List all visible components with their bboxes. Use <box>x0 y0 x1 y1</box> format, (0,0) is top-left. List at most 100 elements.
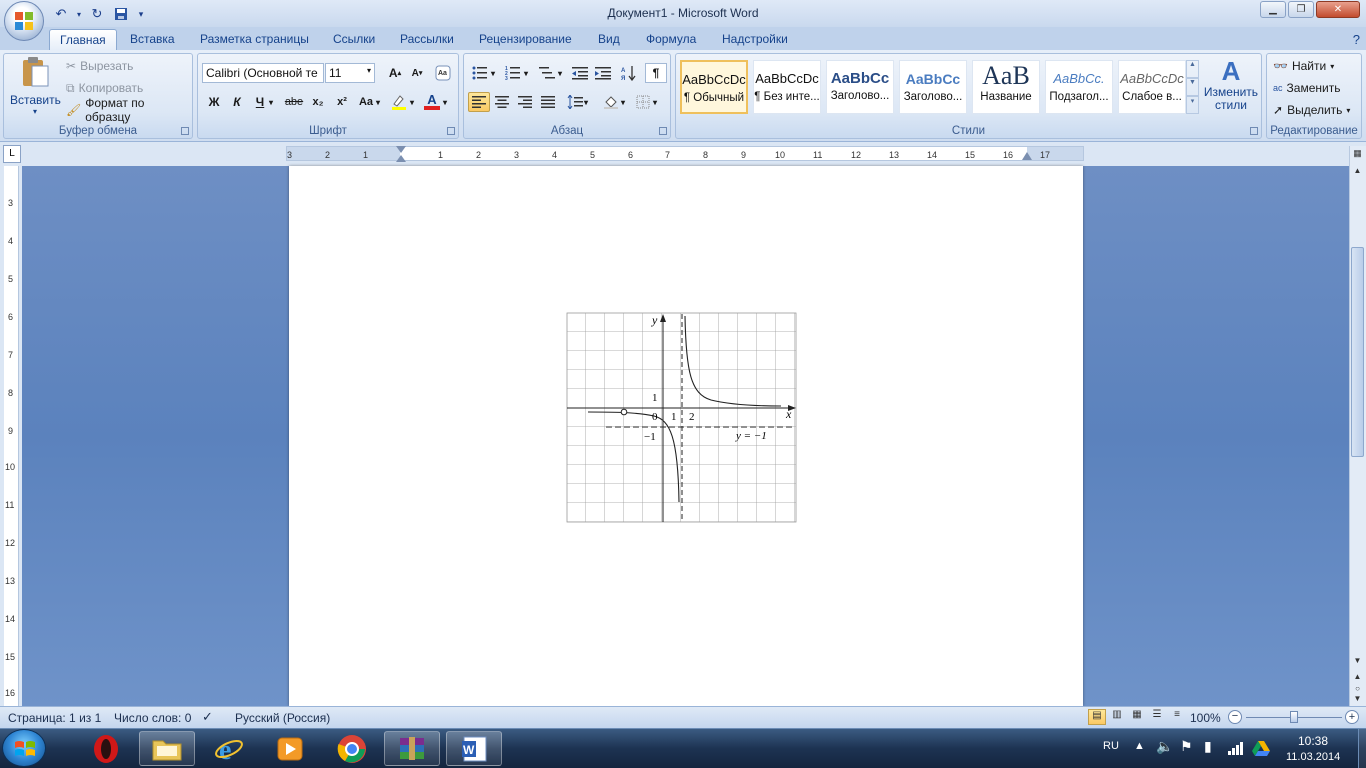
style-normal[interactable]: AaBbCcDc ¶ Обычный <box>680 60 748 114</box>
shading-dropdown-icon[interactable]: ▾ <box>619 92 627 112</box>
clear-format-icon[interactable]: Aa <box>432 63 454 83</box>
web-layout-icon[interactable]: ▦ <box>1128 709 1146 725</box>
multilevel-list-icon[interactable] <box>536 63 558 83</box>
bullets-icon[interactable] <box>469 63 491 83</box>
action-center-icon[interactable]: ⚑ <box>1180 738 1193 755</box>
align-left-icon[interactable] <box>468 92 490 112</box>
network-icon[interactable] <box>1228 741 1244 758</box>
minimize-button[interactable]: ▁ <box>1260 1 1286 18</box>
outline-icon[interactable]: ☰ <box>1148 709 1166 725</box>
font-color-dropdown-icon[interactable]: ▾ <box>441 92 449 112</box>
zoom-out-icon[interactable]: − <box>1228 710 1242 724</box>
left-indent-marker[interactable] <box>396 155 406 162</box>
decrease-indent-icon[interactable] <box>569 63 591 83</box>
clock-time[interactable]: 10:38 <box>1298 734 1328 748</box>
font-color-icon[interactable]: A <box>421 92 443 112</box>
styles-dialog-launcher[interactable] <box>1250 127 1258 135</box>
start-button[interactable] <box>2 729 46 767</box>
show-formatting-icon[interactable]: ¶ <box>645 63 667 83</box>
scroll-down-icon[interactable]: ▼ <box>1351 656 1364 668</box>
tab-formula[interactable]: Формула <box>636 29 706 50</box>
close-button[interactable]: ✕ <box>1316 1 1360 18</box>
taskbar-media-player[interactable] <box>262 731 318 766</box>
previous-page-icon[interactable]: ▲ <box>1351 672 1364 684</box>
paste-button[interactable]: Вставить ▾ <box>10 56 61 120</box>
cut-button[interactable]: ✂ Вырезать <box>66 56 133 76</box>
first-line-indent-marker[interactable] <box>396 146 406 153</box>
google-drive-icon[interactable] <box>1252 740 1270 759</box>
ruler-toggle-icon[interactable]: ▦ <box>1351 148 1364 162</box>
italic-button[interactable]: К <box>226 92 248 112</box>
clock-date[interactable]: 11.03.2014 <box>1286 751 1340 763</box>
taskbar-ie[interactable]: e <box>201 731 257 766</box>
document-page[interactable]: y x 1 0 −1 1 2 y = −1 <box>289 166 1083 706</box>
underline-dropdown-icon[interactable]: ▾ <box>266 92 276 112</box>
taskbar-chrome[interactable] <box>324 731 380 766</box>
sort-icon[interactable]: AЯ <box>618 63 640 83</box>
tab-review[interactable]: Рецензирование <box>469 29 582 50</box>
style-no-spacing[interactable]: AaBbCcDc ¶ Без инте... <box>753 60 821 114</box>
font-size-combo[interactable]: 11 ▾ <box>325 63 375 83</box>
bold-button[interactable]: Ж <box>203 92 225 112</box>
style-heading-1[interactable]: AaBbCc Заголово... <box>826 60 894 114</box>
replace-button[interactable]: ac Заменить <box>1273 78 1340 98</box>
volume-icon[interactable]: 🔈 <box>1156 738 1173 755</box>
numbering-dropdown-icon[interactable]: ▾ <box>522 63 530 83</box>
tab-page-layout[interactable]: Разметка страницы <box>190 29 319 50</box>
styles-scroll-down-icon[interactable]: ▼ <box>1186 78 1199 96</box>
draft-icon[interactable]: ≡ <box>1168 709 1186 725</box>
numbering-icon[interactable]: 123 <box>502 63 524 83</box>
change-styles-button[interactable]: A Изменить стили <box>1202 56 1260 118</box>
align-right-icon[interactable] <box>514 92 536 112</box>
help-icon[interactable]: ? <box>1353 32 1360 47</box>
tab-selector[interactable]: L <box>3 145 21 163</box>
tab-references[interactable]: Ссылки <box>323 29 385 50</box>
select-browse-object-icon[interactable]: ○ <box>1351 684 1364 694</box>
office-button[interactable] <box>4 1 44 41</box>
style-heading-2[interactable]: AaBbCc Заголово... <box>899 60 967 114</box>
justify-icon[interactable] <box>537 92 559 112</box>
line-spacing-dropdown-icon[interactable]: ▾ <box>582 92 590 112</box>
language-status[interactable]: Русский (Россия) <box>235 711 330 725</box>
scroll-thumb[interactable] <box>1351 247 1364 457</box>
tab-view[interactable]: Вид <box>588 29 630 50</box>
input-language[interactable]: RU <box>1103 740 1119 752</box>
multilevel-dropdown-icon[interactable]: ▾ <box>556 63 564 83</box>
scroll-up-icon[interactable]: ▲ <box>1351 166 1364 178</box>
bullets-dropdown-icon[interactable]: ▾ <box>489 63 497 83</box>
increase-indent-icon[interactable] <box>592 63 614 83</box>
tab-home[interactable]: Главная <box>49 29 117 50</box>
subscript-button[interactable]: x₂ <box>307 92 329 112</box>
page-count[interactable]: Страница: 1 из 1 <box>8 711 101 725</box>
vertical-ruler[interactable]: 3 4 5 6 7 8 9 10 11 12 13 14 15 16 <box>4 166 19 706</box>
highlight-icon[interactable] <box>388 92 410 112</box>
tab-mailings[interactable]: Рассылки <box>390 29 464 50</box>
taskbar-opera[interactable] <box>78 731 134 766</box>
right-indent-marker[interactable] <box>1022 152 1032 160</box>
strikethrough-button[interactable]: abe <box>283 92 305 112</box>
select-button[interactable]: ➚ Выделить ▾ <box>1273 100 1350 120</box>
borders-dropdown-icon[interactable]: ▾ <box>651 92 659 112</box>
zoom-in-icon[interactable]: + <box>1345 710 1359 724</box>
font-dialog-launcher[interactable] <box>447 127 455 135</box>
next-page-icon[interactable]: ▼ <box>1351 694 1364 706</box>
show-hidden-icons[interactable]: ▲ <box>1134 740 1145 752</box>
format-painter-button[interactable]: 🖌 Формат по образцу <box>66 96 192 124</box>
maximize-button[interactable]: ❐ <box>1288 1 1314 18</box>
styles-scroll-up-icon[interactable]: ▲ <box>1186 60 1199 78</box>
taskbar-winrar[interactable] <box>384 731 440 766</box>
style-subtitle[interactable]: AaBbCc. Подзагол... <box>1045 60 1113 114</box>
style-title[interactable]: AaB Название <box>972 60 1040 114</box>
taskbar-explorer[interactable] <box>139 731 195 766</box>
taskbar-word[interactable]: W <box>446 731 502 766</box>
zoom-slider-thumb[interactable] <box>1290 711 1298 723</box>
show-desktop-button[interactable] <box>1358 729 1366 768</box>
proofing-icon[interactable]: ✓ <box>202 709 213 725</box>
paragraph-dialog-launcher[interactable] <box>659 127 667 135</box>
highlight-dropdown-icon[interactable]: ▾ <box>408 92 416 112</box>
tab-insert[interactable]: Вставка <box>120 29 185 50</box>
shrink-font-button[interactable]: A ▾ <box>406 63 428 83</box>
style-subtle-emphasis[interactable]: AaBbCcDc Слабое в... <box>1118 60 1186 114</box>
grow-font-button[interactable]: A ▴ <box>384 63 406 83</box>
styles-more-icon[interactable]: ▾ <box>1186 96 1199 114</box>
